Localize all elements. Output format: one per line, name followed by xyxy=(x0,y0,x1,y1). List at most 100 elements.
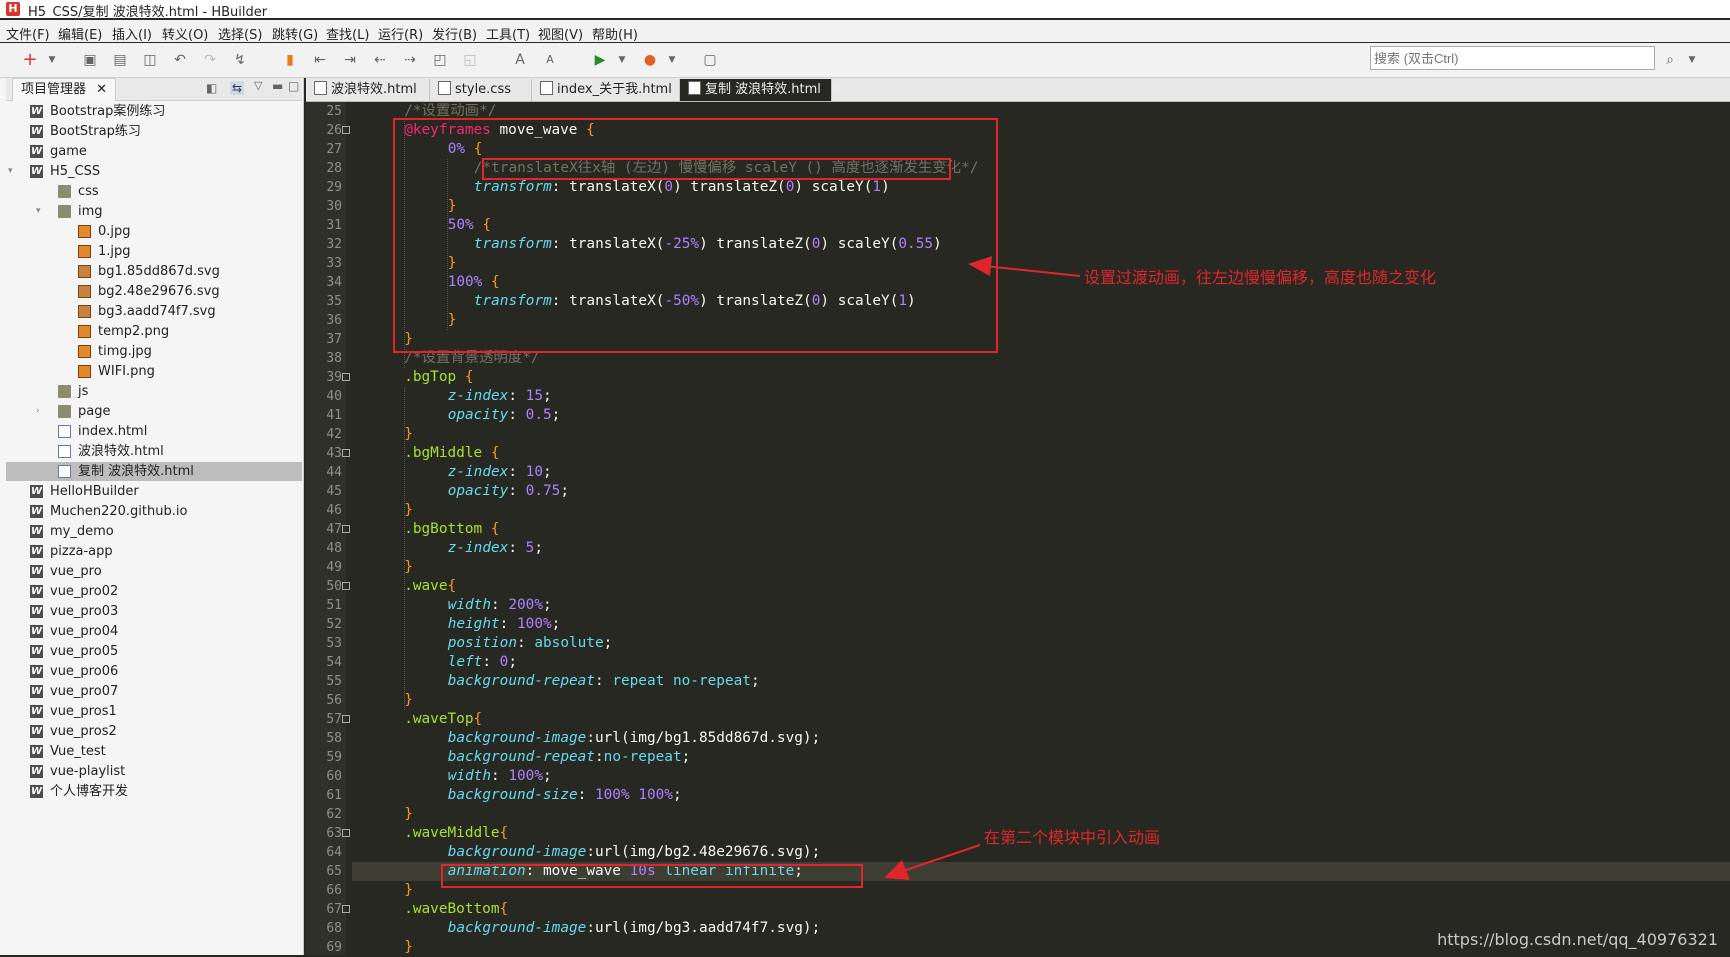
code-line[interactable]: .bgTop { xyxy=(404,368,473,387)
search-dropdown-icon[interactable]: ▼ xyxy=(1684,52,1700,68)
tree-item[interactable]: Wgame xyxy=(6,142,302,161)
code-line[interactable]: opacity: 0.75; xyxy=(448,482,569,501)
collapse-all-icon[interactable]: ◧ xyxy=(206,81,217,95)
new-dropdown-icon[interactable]: ▼ xyxy=(44,52,60,68)
code-line[interactable]: opacity: 0.5; xyxy=(448,406,561,425)
code-line[interactable]: z-index: 10; xyxy=(448,463,552,482)
code-line[interactable]: } xyxy=(404,558,413,577)
tree-item[interactable]: W HelloHBuilder xyxy=(6,482,302,501)
fold-toggle-icon[interactable] xyxy=(342,449,350,457)
code-line[interactable]: background-image:url(img/bg3.aadd74f7.sv… xyxy=(448,919,821,938)
tree-toggle-icon[interactable]: ▾ xyxy=(36,202,41,221)
indent-left-icon[interactable]: ⇠ xyxy=(372,52,388,68)
tree-item[interactable]: Wvue_pro02 xyxy=(6,582,302,601)
code-line[interactable]: } xyxy=(404,425,413,444)
code-line[interactable]: } xyxy=(404,938,413,957)
menu-item[interactable]: 编辑(E) xyxy=(58,24,102,43)
menu-item[interactable]: 跳转(G) xyxy=(272,24,318,43)
tree-item[interactable]: Wvue_pros2 xyxy=(6,722,302,741)
menu-item[interactable]: 工具(T) xyxy=(486,24,530,43)
minimize-icon[interactable]: ▬ xyxy=(272,79,283,93)
code-line[interactable]: z-index: 5; xyxy=(448,539,543,558)
code-line[interactable]: width: 200%; xyxy=(448,596,552,615)
code-line[interactable]: .waveBottom{ xyxy=(404,900,508,919)
tree-item[interactable]: ▾ img xyxy=(6,202,302,221)
tree-item[interactable]: › page xyxy=(6,402,302,421)
code-line[interactable]: background-size: 100% 100%; xyxy=(448,786,682,805)
code-line[interactable]: left: 0; xyxy=(448,653,517,672)
tree-item[interactable]: Wvue_pro xyxy=(6,562,302,581)
comment-icon[interactable]: ◰ xyxy=(432,52,448,68)
tree-item[interactable]: Wmy_demo xyxy=(6,522,302,541)
new-icon[interactable]: + xyxy=(22,51,38,69)
tree-item[interactable]: ▾ W H5_CSS xyxy=(6,162,302,181)
run-dropdown-icon[interactable]: ▼ xyxy=(614,52,630,68)
code-line[interactable]: .bgMiddle { xyxy=(404,444,499,463)
tree-item[interactable]: bg2.48e29676.svg xyxy=(6,282,302,301)
tree-item[interactable]: W Vue_test xyxy=(6,742,302,761)
search-input[interactable] xyxy=(1370,46,1655,70)
tree-toggle-icon[interactable]: ▾ xyxy=(8,162,13,181)
fold-toggle-icon[interactable] xyxy=(342,525,350,533)
link-editor-icon[interactable]: ⇆ xyxy=(230,81,245,95)
menu-item[interactable]: 帮助(H) xyxy=(592,24,638,43)
tree-item[interactable]: W BootStrap练习 xyxy=(6,122,302,141)
tab-project-manager[interactable]: 项目管理器 ✕ xyxy=(12,78,117,101)
tree-item[interactable]: timg.jpg xyxy=(6,342,302,361)
uncomment-icon[interactable]: ◱ xyxy=(462,52,478,68)
tree-item[interactable]: W Muchen220.github.io xyxy=(6,502,302,521)
editor-tab[interactable]: 波浪特效.html xyxy=(306,79,430,101)
run-icon[interactable]: ▶ xyxy=(592,52,608,68)
code-line[interactable]: background-image:url(img/bg2.48e29676.sv… xyxy=(448,843,821,862)
code-line[interactable]: } xyxy=(404,805,413,824)
code-line[interactable]: } xyxy=(404,881,413,900)
browser-icon[interactable]: ● xyxy=(642,52,658,68)
menu-item[interactable]: 视图(V) xyxy=(538,24,583,43)
prev-bookmark-icon[interactable]: ⇤ xyxy=(312,52,328,68)
code-line[interactable]: background-repeat:no-repeat; xyxy=(448,748,691,767)
tree-item[interactable]: Wvue-playlist xyxy=(6,762,302,781)
tree-toggle-icon[interactable]: › xyxy=(36,402,40,421)
maximize-icon[interactable]: □ xyxy=(288,79,299,93)
code-line[interactable]: z-index: 15; xyxy=(448,387,552,406)
code-line[interactable]: height: 100%; xyxy=(448,615,561,634)
code-line[interactable]: } xyxy=(404,691,413,710)
code-line[interactable]: width: 100%; xyxy=(448,767,552,786)
tree-item[interactable]: js xyxy=(6,382,302,401)
bookmark-icon[interactable]: ▮ xyxy=(282,52,298,68)
tree-item[interactable]: Wvue_pros1 xyxy=(6,702,302,721)
format-icon[interactable]: ↯ xyxy=(232,52,248,68)
tree-item[interactable]: Wvue_pro03 xyxy=(6,602,302,621)
menu-item[interactable]: 查找(L) xyxy=(326,24,369,43)
tree-item[interactable]: Wvue_pro07 xyxy=(6,682,302,701)
tree-item[interactable]: 复制 波浪特效.html xyxy=(6,462,302,481)
fold-toggle-icon[interactable] xyxy=(342,582,350,590)
undo-icon[interactable]: ↶ xyxy=(172,52,188,68)
tree-item[interactable]: css xyxy=(6,182,302,201)
next-bookmark-icon[interactable]: ⇥ xyxy=(342,52,358,68)
font-decrease-icon[interactable]: A xyxy=(542,52,558,68)
search-icon[interactable]: ⌕ xyxy=(1662,52,1678,68)
save-all-icon[interactable]: ▤ xyxy=(112,52,128,68)
browser-dropdown-icon[interactable]: ▼ xyxy=(664,52,680,68)
tree-item[interactable]: 1.jpg xyxy=(6,242,302,261)
tree-item[interactable]: W 个人博客开发 xyxy=(6,782,302,801)
editor-tab[interactable]: style.css xyxy=(430,79,532,101)
save-icon[interactable]: ▣ xyxy=(82,52,98,68)
tree-item[interactable]: Wvue_pro06 xyxy=(6,662,302,681)
code-line[interactable]: .bgBottom { xyxy=(404,520,499,539)
menu-item[interactable]: 转义(O) xyxy=(162,24,208,43)
preview-icon[interactable]: ▢ xyxy=(702,52,718,68)
menu-item[interactable]: 插入(I) xyxy=(112,24,152,43)
indent-right-icon[interactable]: ⇢ xyxy=(402,52,418,68)
revert-icon[interactable]: ◫ xyxy=(142,52,158,68)
code-line[interactable]: .wave{ xyxy=(404,577,456,596)
tree-item[interactable]: index.html xyxy=(6,422,302,441)
code-line[interactable]: position: absolute; xyxy=(448,634,613,653)
code-line[interactable]: background-repeat: repeat no-repeat; xyxy=(448,672,760,691)
fold-toggle-icon[interactable] xyxy=(342,715,350,723)
tree-item[interactable]: Wvue_pro04 xyxy=(6,622,302,641)
close-tab-icon[interactable]: ✕ xyxy=(827,82,842,97)
tree-item[interactable]: W Bootstrap案例练习 xyxy=(6,102,302,121)
tree-item[interactable]: Wpizza-app xyxy=(6,542,302,561)
